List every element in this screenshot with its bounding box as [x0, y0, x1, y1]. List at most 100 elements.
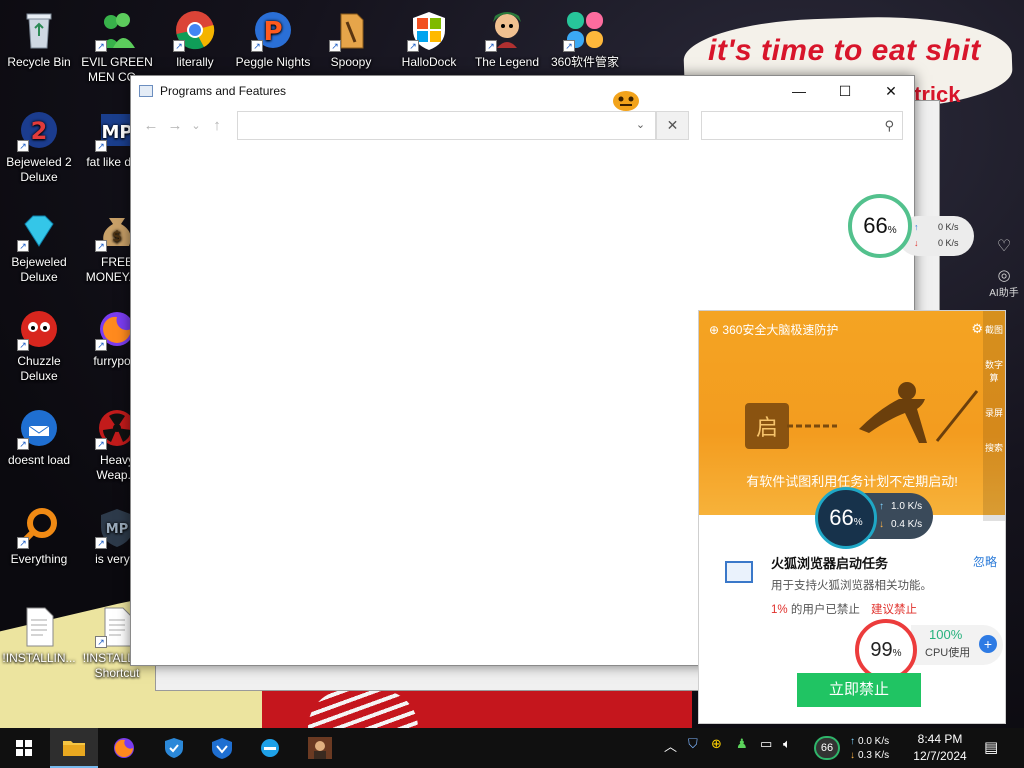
search-tool-label[interactable]: 搜索 [983, 441, 1005, 454]
document-icon [17, 604, 61, 648]
ban-now-button[interactable]: 立即禁止 [797, 673, 921, 707]
taskbar-ie[interactable] [246, 728, 294, 768]
popup-memory-percent: 66 [829, 505, 854, 530]
heart-shield-icon[interactable]: ♡ [984, 236, 1024, 256]
desktop-icon-spoopy[interactable]: ↗ Spoopy [312, 8, 390, 70]
upload-arrow-icon: ↑ [879, 501, 884, 512]
taskbar-clock[interactable]: 8:44 PM 12/7/2024 [910, 731, 970, 765]
taskbar-firefox[interactable] [100, 728, 148, 768]
ignore-link[interactable]: 忽略 [973, 553, 997, 570]
minimize-button[interactable]: — [776, 76, 822, 106]
window-title: Programs and Features [160, 84, 287, 98]
wallpaper-stripes [308, 690, 418, 728]
cpu-percent-unit: % [892, 647, 902, 659]
taskbar-file-explorer[interactable] [50, 728, 98, 768]
screenshot-tool-label[interactable]: 截图 [983, 323, 1005, 336]
green-men-icon: ↗ [95, 8, 139, 52]
shortcut-arrow-icon: ↗ [17, 339, 29, 351]
up-button[interactable]: ↑ [205, 117, 229, 134]
memory-usage-ring[interactable]: 66% [848, 194, 912, 258]
desktop-icon-360-software-manager[interactable]: ↗ 360软件管家 [546, 8, 624, 70]
desktop-icon-label: 360软件管家 [550, 55, 620, 69]
svg-text:MP: MP [106, 522, 128, 537]
search-input[interactable]: ⚲ [701, 111, 903, 140]
desktop-icon-the-legend[interactable]: ↗ The Legend [468, 8, 546, 70]
upload-arrow-icon: ↑ [914, 222, 919, 232]
svg-text:P: P [263, 17, 282, 47]
desktop-icon-label: Chuzzle Deluxe [17, 354, 61, 383]
gear-icon[interactable]: ⚙ [971, 321, 983, 337]
pumpkin-mascot-icon[interactable] [612, 88, 640, 112]
cpu-percent: 99 [870, 638, 893, 661]
maximize-button[interactable]: ☐ [822, 76, 868, 106]
record-tool-label[interactable]: 录屏 [983, 406, 1005, 419]
file-explorer-icon [63, 741, 85, 756]
desktop-icon-label: Peggle Nights [235, 55, 311, 69]
desktop-icon-label: Spoopy [330, 55, 372, 69]
popup-memory-unit: % [853, 516, 863, 528]
desktop-icon-peggle-nights[interactable]: P ↗ Peggle Nights [234, 8, 312, 70]
desktop-icon-label: HalloDock [401, 55, 457, 69]
shortcut-arrow-icon: ↗ [173, 40, 185, 52]
taskbar-game-app[interactable] [296, 728, 344, 768]
close-button[interactable]: ✕ [868, 76, 914, 106]
desktop-icon-literally[interactable]: ↗ literally [156, 8, 234, 70]
popup-memory-ring[interactable]: 66% [815, 487, 877, 549]
ai-assistant-icon[interactable]: ◎ [984, 266, 1024, 284]
ai-assistant-label[interactable]: AI助手 [984, 284, 1024, 299]
desktop-icon-label: The Legend [474, 55, 540, 69]
desktop-icon-everything[interactable]: ↗ Everything [0, 505, 78, 567]
cpu-ring[interactable]: 99% [855, 619, 917, 681]
download-arrow-icon: ↓ [879, 519, 884, 530]
memory-percent-unit: % [887, 224, 897, 236]
cpu-usage-percent: 100% [929, 627, 963, 642]
cpu-usage-panel: 100% CPU使用 + [911, 625, 1003, 665]
taskbar-360-guard[interactable] [198, 728, 246, 768]
desktop-icon-label: Recycle Bin [7, 55, 71, 69]
window-titlebar[interactable]: Programs and Features — ☐ ✕ [131, 76, 914, 106]
users-percent: 1% [771, 604, 788, 616]
back-button[interactable]: ← [139, 117, 163, 134]
popup-header: ⊕ 360安全大脑极速防护 [709, 321, 838, 338]
shortcut-arrow-icon: ↗ [17, 240, 29, 252]
firefox-icon [114, 738, 134, 758]
tray-360-guard-icon[interactable]: ⛉ [688, 736, 698, 752]
show-hidden-icons-chevron-icon[interactable]: ︿ [664, 736, 677, 755]
windows-logo-icon: ↗ [407, 8, 451, 52]
svg-text:2: 2 [31, 117, 48, 145]
tray-speed-badge[interactable]: 66 [814, 736, 840, 760]
desktop-icon-hallodock[interactable]: ↗ HalloDock [390, 8, 468, 70]
desktop-icon-label: Bejeweled 2 Deluxe [6, 155, 72, 184]
windows-start-icon [16, 740, 32, 756]
recommend-ban-text: 建议禁止 [871, 604, 918, 616]
taskbar-security-shield[interactable] [150, 728, 198, 768]
address-clear-button[interactable]: ✕ [656, 111, 689, 140]
network-icon[interactable]: ▭ [760, 736, 772, 752]
shortcut-arrow-icon: ↗ [329, 40, 341, 52]
desktop-icon-bejeweled-2[interactable]: 2 ↗ Bejeweled 2 Deluxe [0, 108, 78, 185]
shortcut-arrow-icon: ↗ [407, 40, 419, 52]
shortcut-arrow-icon: ↗ [251, 40, 263, 52]
diamond-icon: ↗ [17, 208, 61, 252]
start-button[interactable] [0, 728, 48, 768]
tray-user-icon[interactable]: ♟ [736, 736, 748, 752]
tray-plus-badge-icon[interactable]: ⊕ [711, 736, 722, 752]
desktop-icon-bejeweled[interactable]: ↗ Bejeweled Deluxe [0, 208, 78, 285]
volume-icon[interactable]: 🔈︎ [783, 736, 791, 752]
desktop-icon-doesnt-load[interactable]: ↗ doesnt load [0, 406, 78, 468]
cpu-usage-label: CPU使用 [925, 647, 971, 659]
address-input[interactable] [237, 111, 656, 140]
recent-locations-button[interactable]: ⌄ [187, 119, 205, 132]
desktop-icon-installing[interactable]: !INSTALLIN... [0, 604, 78, 666]
add-icon[interactable]: + [979, 635, 997, 653]
calculator-tool-label[interactable]: 数字算 [983, 358, 1005, 384]
desktop-icon-recycle-bin[interactable]: Recycle Bin [0, 8, 78, 70]
desktop-icon-evil-green-men[interactable]: ↗ EVIL GREEN MEN CO... [78, 8, 156, 85]
desktop-icon-chuzzle[interactable]: ↗ Chuzzle Deluxe [0, 307, 78, 384]
svg-text:$: $ [112, 229, 122, 245]
notification-center-icon[interactable]: ▤ [984, 738, 998, 756]
address-dropdown-button[interactable]: ⌄ [626, 111, 656, 140]
popup-side-tools: 截图 数字算 录屏 搜索 [983, 311, 1005, 521]
clock-time: 8:44 PM [917, 732, 963, 746]
forward-button[interactable]: → [163, 117, 187, 134]
